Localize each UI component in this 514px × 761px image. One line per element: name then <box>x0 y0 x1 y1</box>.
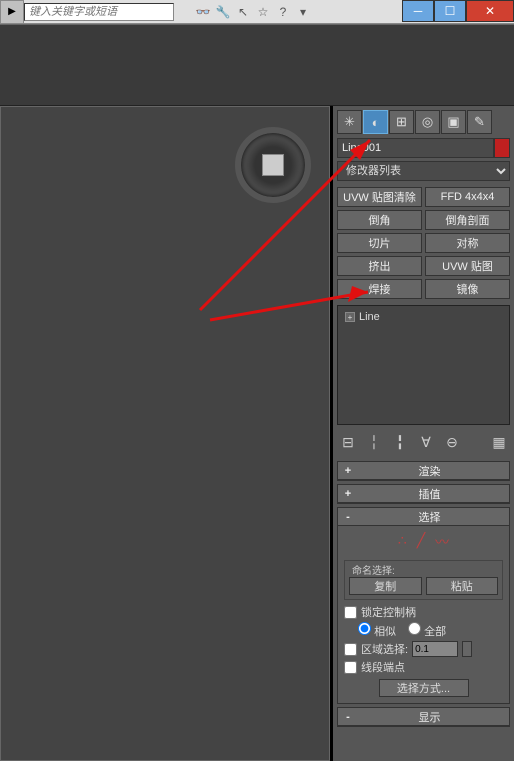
select-method-button[interactable]: 选择方式... <box>379 679 469 697</box>
render-rollup: + 渲染 <box>337 461 510 481</box>
ffd-button[interactable]: FFD 4x4x4 <box>425 187 510 207</box>
command-panel: ✳ ◐ ⊞ ◎ ▣ ✎ 修改器列表 UVW 贴图清除 FFD 4x4x4 倒角 … <box>330 106 514 761</box>
help-icon[interactable]: ? <box>274 3 292 21</box>
stack-options-icon[interactable]: ▦ <box>490 433 508 451</box>
configure-sets-icon[interactable]: ⊖ <box>443 433 461 451</box>
wrench-icon[interactable]: 🔧 <box>214 3 232 21</box>
search-input[interactable] <box>24 3 174 21</box>
arrow-icon[interactable]: ↖ <box>234 3 252 21</box>
select-rollup: - 选择 ∴ ╱ 〰 命名选择: 复制 粘贴 <box>337 507 510 704</box>
mirror-button[interactable]: 镜像 <box>425 279 510 299</box>
render-rollup-header[interactable]: + 渲染 <box>338 462 509 480</box>
all-radio[interactable] <box>408 622 421 635</box>
segment-subobj-icon[interactable]: ╱ <box>417 532 425 552</box>
uvw-map-button[interactable]: UVW 贴图 <box>425 256 510 276</box>
uvw-clear-button[interactable]: UVW 贴图清除 <box>337 187 422 207</box>
top-menu-bar: ▶ 👓 🔧 ↖ ☆ ? ▾ ─ ☐ ✕ <box>0 0 514 24</box>
extrude-button[interactable]: 挤出 <box>337 256 422 276</box>
expand-icon: + <box>342 465 354 477</box>
symmetry-button[interactable]: 对称 <box>425 233 510 253</box>
named-sel-label: 命名选择: <box>349 562 398 577</box>
display-rollup-header[interactable]: - 显示 <box>338 708 509 726</box>
remove-modifier-icon[interactable]: ∀ <box>417 433 435 451</box>
collapse-icon: - <box>342 511 354 523</box>
vertex-subobj-icon[interactable]: ∴ <box>398 532 407 552</box>
hierarchy-tab-icon[interactable]: ⊞ <box>389 110 414 134</box>
create-tab-icon[interactable]: ✳ <box>337 110 362 134</box>
stack-item-line[interactable]: + Line <box>341 309 506 325</box>
make-unique-icon[interactable]: ╏ <box>391 433 409 451</box>
modifier-stack[interactable]: + Line <box>337 305 510 425</box>
paste-button[interactable]: 粘贴 <box>426 577 499 595</box>
pin-stack-icon[interactable]: ⊟ <box>339 433 357 451</box>
object-color-swatch[interactable] <box>494 138 510 158</box>
stack-item-label: Line <box>359 311 380 323</box>
collapse-icon: - <box>342 711 354 723</box>
utilities-tab-icon[interactable]: ✎ <box>467 110 492 134</box>
similar-radio[interactable] <box>358 622 371 635</box>
ribbon-bar <box>0 24 514 106</box>
show-result-icon[interactable]: ╎ <box>365 433 383 451</box>
expand-icon: + <box>342 488 354 500</box>
region-select-checkbox[interactable] <box>344 643 357 656</box>
chamfer-profile-button[interactable]: 倒角剖面 <box>425 210 510 230</box>
interp-rollup-header[interactable]: + 插值 <box>338 485 509 503</box>
star-icon[interactable]: ☆ <box>254 3 272 21</box>
region-value-spinner[interactable] <box>412 641 458 657</box>
stack-toolbar: ⊟ ╎ ╏ ∀ ⊖ ▦ <box>337 431 510 453</box>
play-icon[interactable]: ▶ <box>0 0 24 24</box>
display-rollup: - 显示 <box>337 707 510 727</box>
select-rollup-header[interactable]: - 选择 <box>338 508 509 526</box>
modifier-list-dropdown[interactable]: 修改器列表 <box>337 161 510 181</box>
motion-tab-icon[interactable]: ◎ <box>415 110 440 134</box>
spinner-arrows[interactable] <box>462 641 472 657</box>
weld-button[interactable]: 焊接 <box>337 279 422 299</box>
viewport[interactable] <box>0 106 330 761</box>
maximize-button[interactable]: ☐ <box>434 0 466 22</box>
interp-rollup: + 插值 <box>337 484 510 504</box>
spline-subobj-icon[interactable]: 〰 <box>435 532 449 552</box>
segment-end-checkbox[interactable] <box>344 661 357 674</box>
panel-tabs: ✳ ◐ ⊞ ◎ ▣ ✎ <box>337 110 510 134</box>
lock-handles-checkbox[interactable] <box>344 606 357 619</box>
minimize-button[interactable]: ─ <box>402 0 434 22</box>
dropdown-icon[interactable]: ▾ <box>294 3 312 21</box>
viewcube[interactable] <box>235 127 311 203</box>
modify-tab-icon[interactable]: ◐ <box>363 110 388 134</box>
copy-button[interactable]: 复制 <box>349 577 422 595</box>
expand-icon[interactable]: + <box>345 312 355 322</box>
close-button[interactable]: ✕ <box>466 0 514 22</box>
chamfer-button[interactable]: 倒角 <box>337 210 422 230</box>
slice-button[interactable]: 切片 <box>337 233 422 253</box>
binoculars-icon[interactable]: 👓 <box>194 3 212 21</box>
display-tab-icon[interactable]: ▣ <box>441 110 466 134</box>
object-name-input[interactable] <box>337 138 494 158</box>
